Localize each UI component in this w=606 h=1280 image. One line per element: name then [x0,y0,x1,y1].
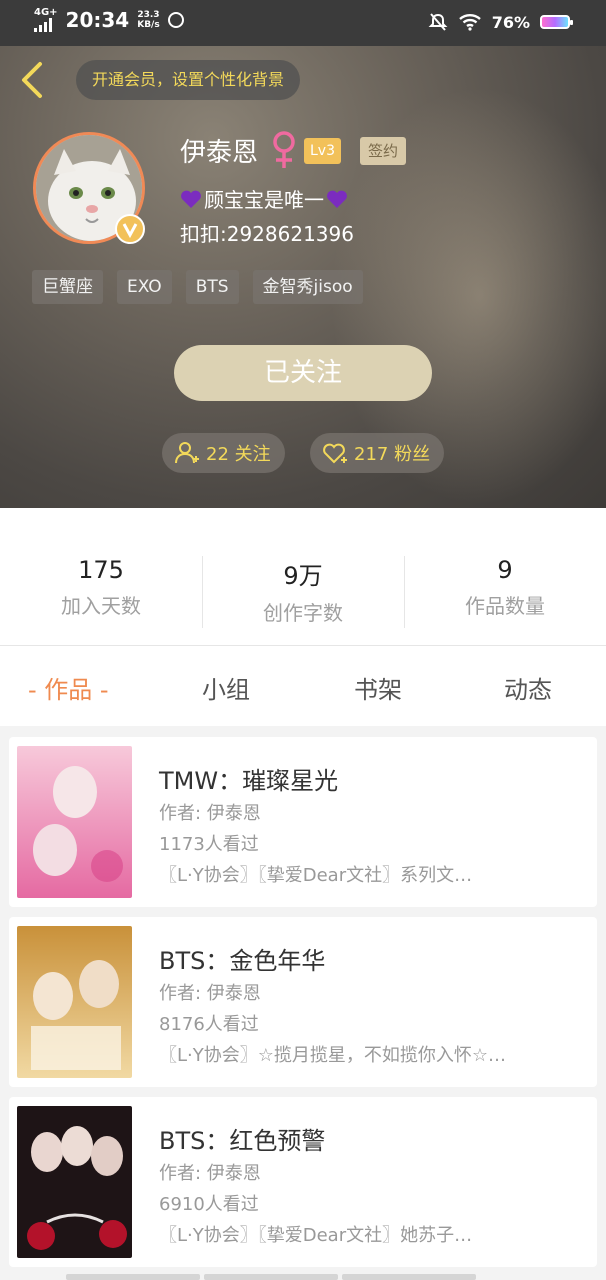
followed-button[interactable]: 已关注 [174,345,432,401]
book-views: 6910人看过 [159,1194,259,1215]
tab-activity[interactable]: 动态 [504,670,552,705]
bottom-partial-item [0,1274,606,1280]
book-views: 1173人看过 [159,834,259,855]
book-author: 作者: 伊泰恩 [159,1163,261,1184]
stat-days-joined: 175 加入天数 [61,556,141,618]
tab-groups[interactable]: 小组 [202,670,250,705]
book-item[interactable]: TMW：璀璨星光 作者: 伊泰恩 1173人看过 〖L·Y协会〗〖挚爱Dear文… [9,737,597,907]
profile-tabs: - 作品 - 小组 书架 动态 [0,646,606,726]
book-cover [17,926,132,1078]
tag-item[interactable]: BTS [185,270,239,304]
level-badge: Lv3 [304,138,341,164]
tag-item[interactable]: EXO [117,270,172,304]
book-title: BTS：金色年华 [159,947,326,975]
signed-author-badge: 签约 [360,137,407,165]
vip-background-prompt[interactable]: 开通会员，设置个性化背景 [76,60,301,100]
app-indicator-icon [167,12,184,28]
user-add-icon [175,442,199,464]
book-description: 〖L·Y协会〗〖挚爱Dear文社〗她苏子… [159,1225,473,1246]
tag-item[interactable]: 巨蟹座 [32,270,103,304]
author-stats: 175 加入天数 9万 创作字数 9 作品数量 [0,508,606,646]
stat-work-count: 9 作品数量 [465,556,545,618]
book-description: 〖L·Y协会〗〖挚爱Dear文社〗系列文… [159,865,473,886]
following-count: 22 关注 [206,444,271,465]
fans-count: 217 粉丝 [354,444,431,465]
status-bar: 4G+ 20:34 23.3 KB/s 76% [0,0,606,46]
heart-add-icon [323,443,347,464]
mute-bell-icon [428,13,448,31]
book-cover [17,1106,132,1258]
battery-icon [540,15,573,29]
bio-text: 顾宝宝是唯一 [204,188,324,212]
chevron-left-icon [22,62,42,98]
book-author: 作者: 伊泰恩 [159,803,261,824]
qq-number: 扣扣:2928621396 [180,222,354,246]
book-title: BTS：红色预警 [159,1127,326,1155]
back-button[interactable] [14,58,50,102]
wifi-icon [458,14,481,31]
username: 伊泰恩 [180,138,259,168]
bio: 顾宝宝是唯一 [180,184,348,213]
book-cover-image [17,746,132,898]
net-speed: 23.3 KB/s [137,10,160,30]
tag-item[interactable]: 金智秀jisoo [252,270,363,304]
book-item[interactable]: BTS：金色年华 作者: 伊泰恩 8176人看过 〖L·Y协会〗☆揽月揽星，不如… [9,917,597,1087]
book-title: TMW：璀璨星光 [159,767,339,795]
network-type: 4G+ [34,7,58,18]
fans-button[interactable]: 217 粉丝 [310,433,444,473]
clock: 20:34 [65,8,130,32]
avatar[interactable] [33,132,145,244]
battery-percent: 76% [491,12,530,32]
purple-heart-icon [181,190,201,208]
stat-word-count: 9万 创作字数 [263,562,343,625]
book-cover-image [17,926,132,1078]
tab-works[interactable]: - 作品 - [28,670,109,705]
verified-badge-icon [115,214,145,244]
book-item[interactable]: BTS：红色预警 作者: 伊泰恩 6910人看过 〖L·Y协会〗〖挚爱Dear文… [9,1097,597,1267]
network-indicator: 4G+ [34,8,58,32]
book-author: 作者: 伊泰恩 [159,983,261,1004]
tab-bookshelf[interactable]: 书架 [354,670,402,705]
book-views: 8176人看过 [159,1014,259,1035]
book-cover-image [17,1106,132,1258]
female-icon [273,131,295,168]
signal-icon [34,18,58,32]
book-description: 〖L·Y协会〗☆揽月揽星，不如揽你入怀☆… [159,1045,507,1066]
tag-list: 巨蟹座 EXO BTS 金智秀jisoo [32,270,363,304]
purple-heart-icon [327,190,347,208]
book-cover [17,746,132,898]
following-button[interactable]: 22 关注 [162,433,285,473]
profile-header: 开通会员，设置个性化背景 伊泰恩 Lv3 签约 顾宝宝是唯一 扣扣:292862… [0,46,606,508]
